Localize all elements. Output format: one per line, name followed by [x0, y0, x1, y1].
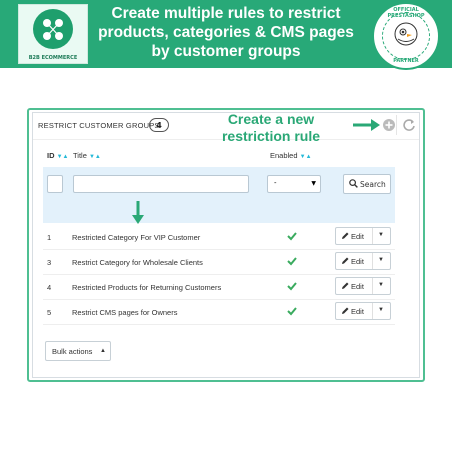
column-header-enabled[interactable]: Enabled ▼▲ — [270, 151, 312, 160]
pencil-icon — [342, 232, 349, 239]
sort-arrows-icon[interactable]: ▼▲ — [300, 154, 312, 160]
arrow-down-icon — [132, 201, 144, 224]
add-circle-icon[interactable] — [382, 118, 396, 132]
title-filter-input[interactable] — [73, 175, 249, 193]
search-button-label: Search — [360, 180, 386, 189]
check-icon[interactable] — [287, 306, 297, 316]
prestashop-partner-badge: OFFICIAL PRESTASHOP PARTNER — [372, 2, 440, 70]
logo-caption: B2B ECOMMERCE — [28, 55, 78, 61]
headline-line: Create multiple rules to restrict — [111, 5, 341, 22]
panel-title: RESTRICT CUSTOMER GROUPS — [38, 121, 160, 130]
sort-arrows-icon[interactable]: ▼▲ — [89, 154, 101, 160]
count-badge: 4 — [149, 118, 169, 132]
table-row[interactable]: 4 Restricted Products for Returning Cust… — [43, 275, 395, 300]
button-separator — [372, 278, 373, 294]
caret-up-icon: ▲ — [100, 348, 106, 354]
top-banner: B2B ECOMMERCE Create multiple rules to r… — [0, 0, 452, 100]
caret-down-icon[interactable]: ▼ — [378, 282, 384, 288]
bulk-actions-button[interactable]: Bulk actions ▲ — [45, 341, 111, 361]
table-row[interactable]: 5 Restrict CMS pages for Owners Edit ▼ — [43, 300, 395, 325]
caret-down-icon[interactable]: ▼ — [378, 232, 384, 238]
edit-button[interactable]: Edit ▼ — [335, 252, 391, 270]
edit-button[interactable]: Edit ▼ — [335, 302, 391, 320]
headline-line: by customer groups — [151, 43, 301, 60]
search-icon — [349, 179, 358, 188]
row-title: Restricted Products for Returning Custom… — [72, 283, 222, 292]
badge-bottom-text: PARTNER — [393, 58, 419, 64]
search-button[interactable]: Search — [343, 174, 391, 194]
b2b-logo: B2B ECOMMERCE — [18, 4, 88, 64]
id-filter-input[interactable] — [47, 175, 63, 193]
edit-button-label: Edit — [351, 307, 364, 316]
table-row[interactable]: 1 Restricted Category For VIP Customer E… — [43, 225, 395, 250]
row-id: 3 — [47, 258, 52, 267]
caret-down-icon[interactable]: ▼ — [378, 307, 384, 313]
create-rule-annotation: Create a new restriction rule — [221, 111, 321, 144]
button-separator — [372, 228, 373, 244]
row-title: Restrict Category for Wholesale Clients — [72, 258, 203, 267]
refresh-icon[interactable] — [402, 118, 416, 132]
column-header-id[interactable]: ID ▼▲ — [47, 151, 68, 160]
column-label-id: ID — [47, 151, 55, 160]
check-icon[interactable] — [287, 256, 297, 266]
arrow-right-icon — [353, 119, 380, 131]
filter-row: - ▼ Search — [43, 167, 395, 223]
caret-down-icon[interactable]: ▼ — [378, 257, 384, 263]
toolbar-divider — [396, 115, 397, 135]
b2b-logo-icon — [33, 9, 73, 49]
banner-headline: Create multiple rules to restrict produc… — [92, 4, 360, 61]
panel-header: RESTRICT CUSTOMER GROUPS 4 Create a new … — [33, 111, 419, 144]
table-row[interactable]: 3 Restrict Category for Wholesale Client… — [43, 250, 395, 275]
pencil-icon — [342, 307, 349, 314]
edit-button[interactable]: Edit ▼ — [335, 227, 391, 245]
edit-button-label: Edit — [351, 232, 364, 241]
row-id: 1 — [47, 233, 52, 242]
row-title: Restrict CMS pages for Owners — [72, 308, 178, 317]
row-id: 5 — [47, 308, 52, 317]
headline-line: products, categories & CMS pages — [98, 24, 354, 41]
column-label-enabled: Enabled — [270, 151, 298, 160]
column-header-title[interactable]: Title ▼▲ — [73, 151, 101, 160]
sort-arrows-icon[interactable]: ▼▲ — [57, 154, 69, 160]
check-icon[interactable] — [287, 281, 297, 291]
column-label-title: Title — [73, 151, 87, 160]
edit-button[interactable]: Edit ▼ — [335, 277, 391, 295]
row-title: Restricted Category For VIP Customer — [72, 233, 201, 242]
bulk-actions-label: Bulk actions — [52, 347, 93, 356]
pencil-icon — [342, 257, 349, 264]
prestashop-bird-icon — [394, 22, 418, 46]
enabled-filter-value: - — [274, 179, 277, 187]
restrict-groups-panel: RESTRICT CUSTOMER GROUPS 4 Create a new … — [32, 111, 420, 378]
chevron-down-icon: ▼ — [311, 180, 316, 187]
check-icon[interactable] — [287, 231, 297, 241]
edit-button-label: Edit — [351, 282, 364, 291]
row-id: 4 — [47, 283, 52, 292]
pencil-icon — [342, 282, 349, 289]
button-separator — [372, 253, 373, 269]
edit-button-label: Edit — [351, 257, 364, 266]
button-separator — [372, 303, 373, 319]
enabled-filter-select[interactable]: - ▼ — [267, 175, 321, 193]
